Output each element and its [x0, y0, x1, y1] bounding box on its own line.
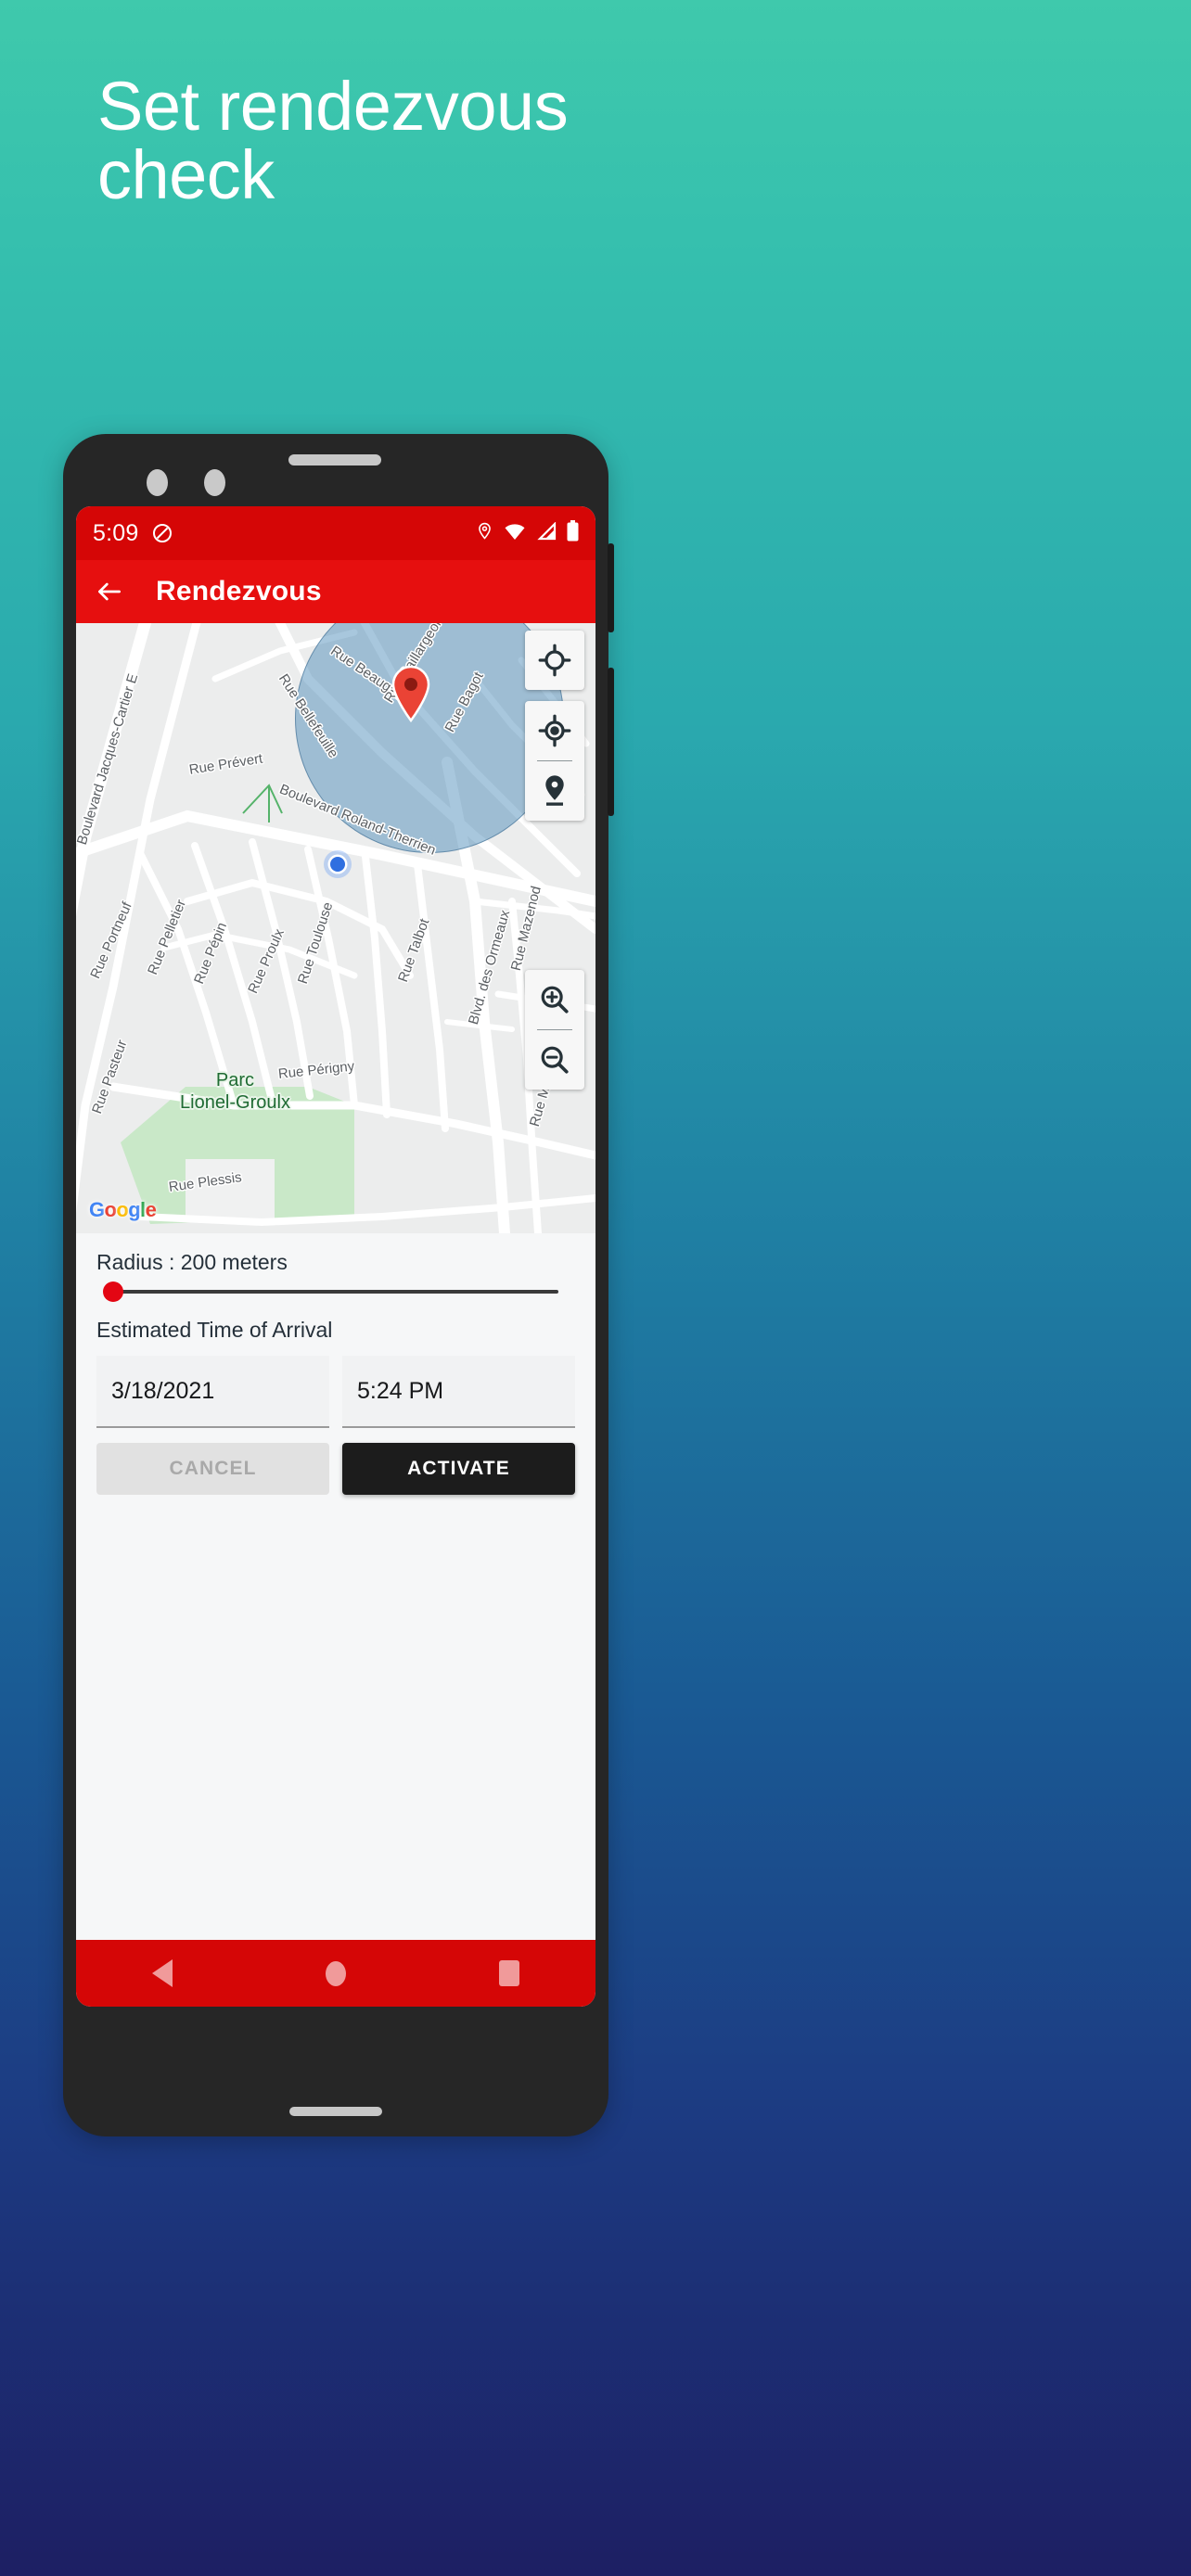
user-location-dot	[322, 850, 353, 882]
wifi-icon	[504, 522, 526, 545]
my-location-button[interactable]	[525, 701, 584, 760]
zoom-out-button[interactable]	[525, 1030, 584, 1090]
earpiece-speaker	[288, 454, 381, 465]
map-view[interactable]: Rue Beaugrand Rue Bellefeuille Rue Baillar…	[76, 623, 596, 1233]
slider-thumb[interactable]	[103, 1282, 123, 1302]
page-title: Set rendezvous check	[97, 68, 569, 213]
slider-track[interactable]	[103, 1282, 558, 1302]
cancel-button[interactable]: CANCEL	[96, 1443, 329, 1495]
app-bar-title: Rendezvous	[156, 576, 322, 606]
front-camera-icon	[147, 469, 168, 496]
arrow-left-icon[interactable]	[95, 577, 124, 606]
google-letter-g2: g	[128, 1198, 141, 1221]
location-icon	[476, 520, 493, 546]
radius-label: Radius : 200 meters	[96, 1250, 288, 1274]
google-letter-o2: o	[116, 1198, 129, 1221]
do-not-disturb-icon	[151, 522, 173, 544]
status-icons	[476, 520, 579, 546]
nav-back-icon[interactable]	[125, 1940, 199, 2007]
power-button[interactable]	[608, 543, 614, 632]
nav-recents-icon[interactable]	[472, 1940, 546, 2007]
place-marker-button[interactable]	[525, 761, 584, 821]
activate-button[interactable]: ACTIVATE	[342, 1443, 575, 1495]
status-bar: 5:09	[76, 506, 596, 560]
android-nav-bar	[76, 1940, 596, 2007]
rendezvous-form: Radius : 200 meters Estimated Time of Ar…	[76, 1233, 596, 1940]
map-control-stack-top	[525, 631, 584, 690]
map-zoom-controls	[525, 970, 584, 1090]
nav-home-icon[interactable]	[299, 1940, 373, 2007]
time-field[interactable]: 5:24 PM	[342, 1356, 575, 1428]
volume-button[interactable]	[608, 668, 614, 816]
center-crosshair-button[interactable]	[525, 631, 584, 690]
zoom-in-button[interactable]	[525, 970, 584, 1029]
google-letter-g1: G	[89, 1198, 105, 1221]
map-pin-icon[interactable]	[390, 665, 432, 727]
eta-label: Estimated Time of Arrival	[96, 1318, 333, 1342]
app-bar: Rendezvous	[76, 560, 596, 623]
status-time: 5:09	[93, 519, 139, 546]
action-buttons: CANCEL ACTIVATE	[96, 1443, 575, 1495]
google-letter-e: e	[145, 1198, 157, 1221]
google-attribution: Google	[89, 1198, 157, 1222]
map-control-stack-middle	[525, 701, 584, 821]
bottom-speaker	[289, 2107, 382, 2116]
phone-frame: 5:09 Rendezvous Rue Beaugrand Rue Bellef…	[63, 434, 614, 2136]
date-field[interactable]: 3/18/2021	[96, 1356, 329, 1428]
phone-screen: 5:09 Rendezvous Rue Beaugrand Rue Bellef…	[76, 506, 596, 2007]
radius-slider[interactable]	[96, 1275, 575, 1302]
google-letter-o1: o	[104, 1198, 117, 1221]
sensor-icon	[204, 469, 225, 496]
eta-fields: 3/18/2021 5:24 PM	[96, 1356, 575, 1428]
battery-icon	[567, 520, 579, 546]
signal-icon	[536, 520, 557, 545]
